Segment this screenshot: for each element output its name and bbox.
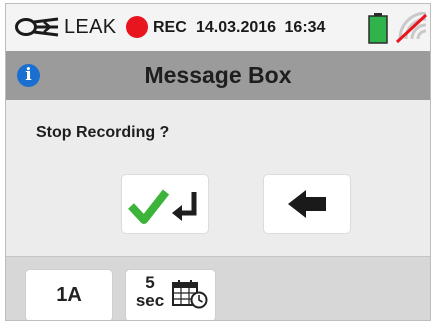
rec-indicator-icon	[126, 16, 148, 38]
arrow-left-icon	[288, 190, 326, 218]
battery-icon	[368, 13, 388, 44]
date-text: 14.03.2016	[196, 19, 277, 36]
confirm-button[interactable]	[122, 175, 208, 233]
interval-button[interactable]: 5 sec	[126, 270, 215, 320]
datetime: 14.03.2016 16:34	[196, 19, 325, 37]
rec-label: REC	[153, 19, 187, 36]
instrument-screen: LEAK REC 14.03.2016 16:34 Message Box i …	[5, 3, 431, 321]
mode-label: LEAK	[64, 16, 117, 38]
time-text: 16:34	[284, 19, 326, 36]
info-icon: i	[17, 64, 40, 87]
dialog-message: Stop Recording ?	[36, 124, 170, 141]
range-label: 1A	[56, 284, 82, 306]
bottom-toolbar: 1A 5 sec	[6, 256, 430, 320]
dialog-title: Message Box	[144, 62, 292, 88]
range-button[interactable]: 1A	[26, 270, 112, 320]
back-button[interactable]	[264, 175, 350, 233]
interval-value: 5	[145, 273, 155, 292]
status-bar: LEAK REC 14.03.2016 16:34	[6, 4, 430, 51]
wifi-disabled-icon	[395, 12, 428, 44]
interval-unit: sec	[135, 291, 165, 310]
checkmark-enter-icon	[128, 189, 197, 224]
calendar-clock-icon	[172, 280, 208, 309]
dialog-title-bar: Message Box i	[6, 51, 430, 100]
clamp-icon	[15, 17, 59, 37]
